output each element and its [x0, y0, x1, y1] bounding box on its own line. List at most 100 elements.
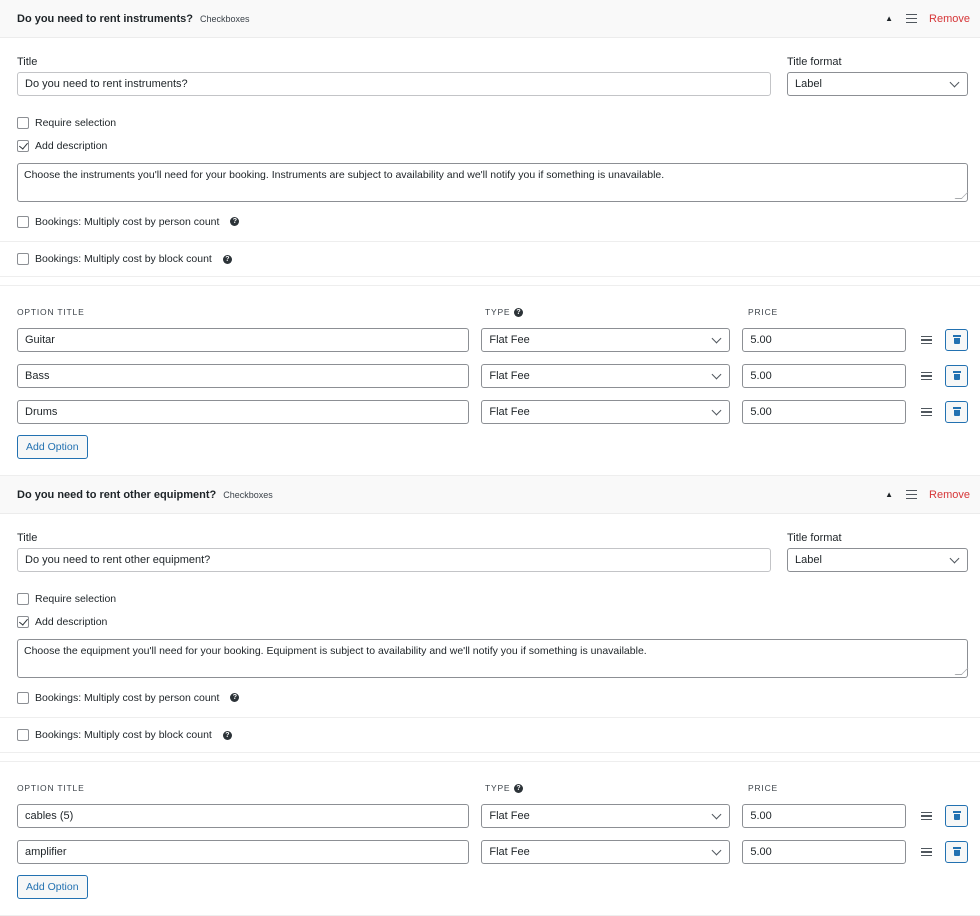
option-price-cell: 5.00	[742, 804, 906, 828]
help-icon[interactable]: ?	[514, 307, 524, 317]
title-input[interactable]: Do you need to rent other equipment?	[17, 548, 771, 572]
help-icon[interactable]: ?	[222, 730, 232, 740]
option-type-value: Flat Fee	[489, 370, 530, 382]
option-row: amplifier Flat Fee 5.00	[0, 840, 980, 864]
addon-header[interactable]: Do you need to rent other equipment? Che…	[0, 476, 980, 514]
title-format-value: Label	[795, 554, 822, 566]
option-price-input[interactable]: 5.00	[742, 400, 906, 424]
option-title-input[interactable]: amplifier	[17, 840, 470, 864]
addon-body: Title Do you need to rent instruments? T…	[0, 38, 980, 475]
help-icon[interactable]: ?	[222, 254, 232, 264]
drag-handle-icon[interactable]	[906, 14, 918, 23]
addon-body: Title Do you need to rent other equipmen…	[0, 514, 980, 915]
add-description-checkbox[interactable]	[17, 139, 29, 152]
remove-link[interactable]: Remove	[929, 489, 970, 501]
add-description-label: Add description	[35, 615, 108, 628]
delete-option-button[interactable]	[945, 401, 968, 423]
row-actions	[921, 329, 968, 351]
option-type-select[interactable]: Flat Fee	[481, 840, 731, 864]
title-format-select[interactable]: Label	[787, 72, 968, 96]
addon-header[interactable]: Do you need to rent instruments? Checkbo…	[0, 0, 980, 38]
delete-option-button[interactable]	[945, 365, 968, 387]
multiply-person-checkbox[interactable]	[17, 691, 29, 704]
option-type-select[interactable]: Flat Fee	[481, 400, 731, 424]
require-selection-checkbox[interactable]	[17, 592, 29, 605]
multiply-block-checkbox[interactable]	[17, 253, 29, 265]
require-selection-row[interactable]: Require selection	[0, 587, 980, 610]
add-description-checkbox[interactable]	[17, 615, 29, 628]
option-price-cell: 5.00	[742, 328, 906, 352]
option-row: Guitar Flat Fee 5.00	[0, 328, 980, 352]
collapse-triangle-icon[interactable]: ▲	[885, 490, 893, 499]
require-selection-label: Require selection	[35, 592, 117, 605]
title-row: Title Do you need to rent instruments? T…	[0, 38, 980, 96]
drag-handle-icon[interactable]	[921, 847, 932, 857]
option-price-input[interactable]: 5.00	[742, 804, 906, 828]
drag-handle-icon[interactable]	[921, 335, 932, 345]
add-option-button[interactable]: Add Option	[17, 875, 88, 899]
option-price-input[interactable]: 5.00	[742, 364, 906, 388]
title-input[interactable]: Do you need to rent instruments?	[17, 72, 771, 96]
format-column: Title format Label	[787, 56, 968, 96]
option-type-value: Flat Fee	[489, 846, 530, 858]
add-description-row[interactable]: Add description	[0, 610, 980, 633]
drag-handle-icon[interactable]	[921, 811, 932, 821]
add-description-row[interactable]: Add description	[0, 134, 980, 157]
remove-link[interactable]: Remove	[929, 13, 970, 25]
option-price-cell: 5.00	[742, 364, 906, 388]
trash-icon	[952, 811, 961, 820]
multiply-person-row[interactable]: Bookings: Multiply cost by person count …	[0, 202, 980, 241]
require-selection-checkbox[interactable]	[17, 116, 29, 129]
option-title-input[interactable]: Drums	[17, 400, 470, 424]
option-type-cell: Flat Fee	[481, 328, 731, 352]
require-selection-label: Require selection	[35, 116, 117, 129]
require-selection-row[interactable]: Require selection	[0, 111, 980, 134]
chevron-down-icon	[711, 809, 722, 819]
addon-header-type: Checkboxes	[223, 489, 273, 500]
multiply-block-label: Bookings: Multiply cost by block count	[35, 729, 212, 741]
option-price-input[interactable]: 5.00	[742, 840, 906, 864]
option-title-heading: OPTION TITLE	[17, 307, 85, 317]
drag-handle-icon[interactable]	[906, 490, 918, 499]
delete-option-button[interactable]	[945, 841, 968, 863]
description-textarea[interactable]: Choose the equipment you'll need for you…	[17, 639, 968, 678]
option-type-cell: Flat Fee	[481, 840, 731, 864]
add-option-button[interactable]: Add Option	[17, 435, 88, 459]
title-format-value: Label	[795, 78, 822, 90]
option-type-select[interactable]: Flat Fee	[481, 328, 731, 352]
option-type-select[interactable]: Flat Fee	[481, 804, 731, 828]
drag-handle-icon[interactable]	[921, 371, 932, 381]
delete-option-button[interactable]	[945, 805, 968, 827]
addons-editor: Do you need to rent instruments? Checkbo…	[0, 0, 980, 916]
multiply-block-row[interactable]: Bookings: Multiply cost by block count ?	[0, 242, 980, 276]
title-row: Title Do you need to rent other equipmen…	[0, 514, 980, 572]
option-title-input[interactable]: Bass	[17, 364, 470, 388]
option-type-value: Flat Fee	[489, 810, 530, 822]
collapse-triangle-icon[interactable]: ▲	[885, 14, 893, 23]
title-format-label: Title format	[787, 56, 842, 68]
help-icon[interactable]: ?	[230, 217, 240, 226]
row-actions	[921, 805, 968, 827]
option-type-select[interactable]: Flat Fee	[481, 364, 731, 388]
option-price-input[interactable]: 5.00	[742, 328, 906, 352]
price-heading: PRICE	[748, 783, 778, 793]
trash-icon	[952, 847, 961, 856]
addon-header-title: Do you need to rent other equipment?	[17, 488, 217, 501]
multiply-block-row[interactable]: Bookings: Multiply cost by block count ?	[0, 718, 980, 752]
option-row: Bass Flat Fee 5.00	[0, 364, 980, 388]
help-icon[interactable]: ?	[230, 693, 240, 702]
option-title-input[interactable]: cables (5)	[17, 804, 470, 828]
addon-header-type: Checkboxes	[200, 13, 250, 24]
multiply-person-checkbox[interactable]	[17, 215, 29, 228]
delete-option-button[interactable]	[945, 329, 968, 351]
option-title-cell: Bass	[17, 364, 470, 388]
option-title-input[interactable]: Guitar	[17, 328, 470, 352]
addon-panel: Do you need to rent instruments? Checkbo…	[0, 0, 980, 476]
multiply-block-checkbox[interactable]	[17, 729, 29, 741]
multiply-person-row[interactable]: Bookings: Multiply cost by person count …	[0, 678, 980, 717]
help-icon[interactable]: ?	[514, 783, 524, 793]
title-format-select[interactable]: Label	[787, 548, 968, 572]
description-textarea[interactable]: Choose the instruments you'll need for y…	[17, 163, 968, 202]
chevron-down-icon	[711, 845, 722, 855]
drag-handle-icon[interactable]	[921, 407, 932, 417]
